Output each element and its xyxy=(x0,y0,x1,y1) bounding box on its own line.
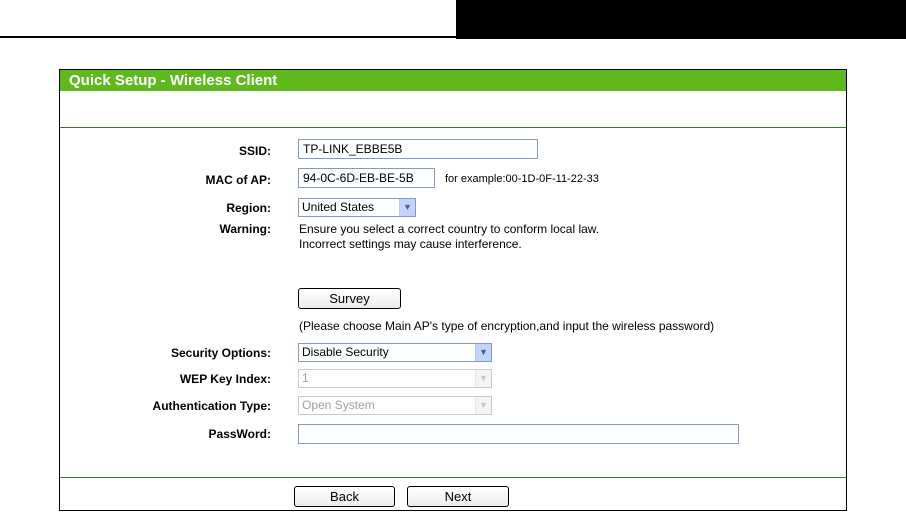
bottom-divider xyxy=(60,477,846,478)
region-select-value: United States xyxy=(302,200,375,214)
survey-note: (Please choose Main AP's type of encrypt… xyxy=(299,319,715,333)
security-options-select[interactable]: Disable Security ▼ xyxy=(298,343,492,362)
password-input[interactable] xyxy=(298,424,739,444)
warning-line-2: Incorrect settings may cause interferenc… xyxy=(299,237,522,251)
top-rule xyxy=(0,36,456,38)
chevron-down-icon[interactable]: ▼ xyxy=(475,344,491,361)
auth-type-value: Open System xyxy=(302,398,375,412)
security-options-label: Security Options: xyxy=(170,346,271,360)
wep-key-index-label: WEP Key Index: xyxy=(179,372,271,386)
auth-type-label: Authentication Type: xyxy=(152,399,271,413)
region-label: Region: xyxy=(226,201,271,215)
wep-key-index-select: 1 ▼ xyxy=(298,369,492,388)
page: Quick Setup - Wireless Client SSID: TP-L… xyxy=(0,0,906,515)
security-options-value: Disable Security xyxy=(302,345,389,359)
chevron-down-icon: ▼ xyxy=(475,397,491,414)
mac-input[interactable]: 94-0C-6D-EB-BE-5B xyxy=(298,168,435,188)
back-button[interactable]: Back xyxy=(294,486,395,507)
top-divider xyxy=(60,127,846,128)
next-button[interactable]: Next xyxy=(407,486,509,507)
region-select[interactable]: United States ▼ xyxy=(298,198,416,217)
mac-example-hint: for example:00-1D-0F-11-22-33 xyxy=(445,173,599,185)
quick-setup-panel: Quick Setup - Wireless Client SSID: TP-L… xyxy=(59,69,847,511)
warning-label: Warning: xyxy=(219,222,271,236)
mac-label: MAC of AP: xyxy=(205,173,271,187)
top-black-block xyxy=(456,0,906,39)
chevron-down-icon[interactable]: ▼ xyxy=(399,199,415,216)
password-label: PassWord: xyxy=(208,427,271,441)
chevron-down-icon: ▼ xyxy=(475,370,491,387)
wep-key-index-value: 1 xyxy=(302,371,309,385)
panel-title: Quick Setup - Wireless Client xyxy=(60,70,846,91)
ssid-label: SSID: xyxy=(238,144,271,158)
auth-type-select: Open System ▼ xyxy=(298,396,492,415)
warning-line-1: Ensure you select a correct country to c… xyxy=(299,222,600,236)
ssid-input[interactable]: TP-LINK_EBBE5B xyxy=(298,139,538,159)
survey-button[interactable]: Survey xyxy=(298,288,401,309)
